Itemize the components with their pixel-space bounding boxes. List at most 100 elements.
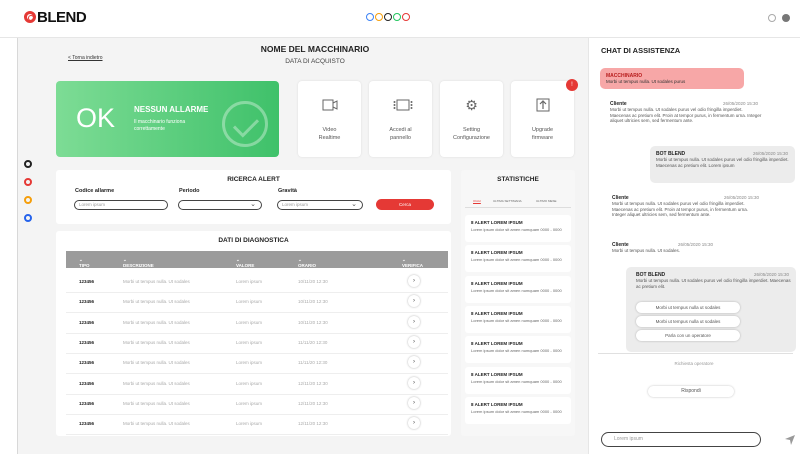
stat-alert-card[interactable]: 8 ALERT LOREM IPSUM Lorem ipsum dolor sit… [465, 396, 571, 424]
message-date: 26/05/2020 15:30 [753, 272, 789, 277]
nav-blue-icon[interactable] [24, 214, 32, 222]
panel-access-button[interactable]: Accedi al pannello [369, 81, 432, 157]
col-orario[interactable]: ORARIO ⌄ [298, 257, 316, 268]
machine-message: MACCHINARIO Morbi ut tempus nulla. Ut so… [600, 68, 744, 89]
message-date: 26/05/2020 15:30 [752, 151, 788, 156]
search-button[interactable]: Cerca [376, 199, 434, 210]
stat-alert-body: Lorem ipsum dolor sit amen numquam 0000 … [471, 287, 562, 293]
verify-button[interactable]: › [408, 356, 420, 369]
message-text: Morbi ut tempus nulla. Ut sodales. [612, 248, 681, 253]
verify-button[interactable]: › [408, 376, 420, 389]
nav-rail [24, 160, 32, 222]
message-date: 26/05/2020 15:30 [722, 101, 758, 106]
cell-valore: Lorem ipsum [236, 299, 263, 305]
cell-tipo: 123456 [79, 319, 95, 325]
cell-orario: 10/11/20 12:30 [298, 279, 328, 284]
video-realtime-button[interactable]: Video Realtime [298, 81, 361, 157]
user-icon[interactable] [782, 14, 790, 22]
nav-blend-icon[interactable] [24, 160, 32, 168]
stat-alert-card[interactable]: 8 ALERT LOREM IPSUM Lorem ipsum dolor sit… [465, 245, 571, 273]
verify-button[interactable]: › [408, 295, 420, 308]
severity-select[interactable]: Lorem ipsum ⌄ [277, 200, 363, 210]
period-label: Periodo [179, 188, 200, 194]
tabs-divider [465, 207, 571, 208]
settings-icon[interactable] [768, 14, 776, 22]
table-row: 123456 Morbi ut tempus nulla. Ut sodales L… [66, 394, 448, 415]
cell-tipo: 123456 [79, 299, 95, 305]
logo-ring-icon [24, 11, 36, 23]
alert-search-panel: RICERCA ALERT [56, 170, 451, 224]
video-icon [322, 98, 338, 114]
cell-descrizione: Morbi ut tempus nulla. Ut sodales [123, 279, 190, 284]
table-row: 123456 Morbi ut tempus nulla. Ut sodales L… [66, 313, 448, 334]
cell-descrizione: Morbi ut tempus nulla. Ut sodales [123, 360, 190, 366]
client-message: Cliente 26/05/2020 15:30 Morbi ut tempus… [606, 237, 720, 259]
cell-orario: 11/11/20 12:30 [298, 339, 328, 345]
stat-alert-card[interactable]: 8 ALERT LOREM IPSUM Lorem ipsum dolor sit… [465, 275, 571, 303]
stat-alert-card[interactable]: 8 ALERT LOREM IPSUM Lorem ipsum dolor sit… [465, 336, 571, 364]
col-tipo[interactable]: TIPO ⌄ [79, 257, 90, 268]
olympic-rings-icon [366, 13, 410, 21]
col-descrizione[interactable]: DESCRIZIONE ⌄ [123, 257, 154, 268]
status-ok: OK [76, 103, 116, 133]
quick-reply-option-1[interactable]: Morbi ut tempus nulla ut sodales [636, 302, 740, 313]
request-operator-text: Richiesta operatore [674, 361, 714, 366]
panel-access-label: Accedi al pannello [389, 127, 412, 141]
message-text: Morbi ut tempus nulla. Ut sodales purus … [610, 107, 762, 123]
stat-alert-title: 8 ALERT LOREM IPSUM [471, 401, 523, 407]
stat-alert-title: 8 ALERT LOREM IPSUM [471, 371, 523, 377]
col-verifica[interactable]: VERIFICA ⌄ [402, 257, 423, 268]
cell-valore: Lorem ipsum [236, 360, 263, 366]
quick-reply-option-2[interactable]: Morbi ut tempus nulla ut sodales [636, 316, 740, 327]
nav-orange-icon[interactable] [24, 196, 32, 204]
stat-alert-card[interactable]: 8 ALERT LOREM IPSUM Lorem ipsum dolor sit… [465, 366, 571, 394]
stat-alert-title: 8 ALERT LOREM IPSUM [471, 341, 523, 347]
stat-alert-title: 8 ALERT LOREM IPSUM [471, 280, 523, 286]
col-valore[interactable]: VALORE ⌄ [236, 257, 254, 268]
stat-alert-body: Lorem ipsum dolor sit amen numquam 0000 … [471, 408, 562, 414]
cell-descrizione: Morbi ut tempus nulla. Ut sodales [123, 400, 190, 406]
tab-ultima-settimana[interactable]: ULTIMA SETTIMANA [493, 199, 522, 203]
table-row: 123456 Morbi ut tempus nulla. Ut sodales L… [66, 333, 448, 354]
upgrade-firmware-button[interactable]: Upgrade firmware [511, 81, 574, 157]
stat-alert-card[interactable]: 8 ALERT LOREM IPSUM Lorem ipsum dolor sit… [465, 305, 571, 333]
verify-button[interactable]: › [408, 417, 420, 430]
cell-tipo: 123456 [79, 400, 95, 406]
diagnostics-title: DATI DI DIAGNOSTICA [218, 237, 289, 244]
verify-button[interactable]: › [408, 396, 420, 409]
talk-to-operator-button[interactable]: Parla con un operatore [636, 330, 740, 341]
message-text: Morbi ut tempus nulla. Ut sodales purus … [656, 157, 789, 168]
notification-badge[interactable]: ! [566, 79, 578, 91]
panel-icon [393, 98, 412, 114]
chevron-down-icon: ⌄ [351, 201, 357, 208]
status-card: OK NESSUN ALLARME Il macchinario funzion… [56, 81, 279, 157]
back-link[interactable]: < Torna indietro [68, 55, 103, 61]
chat-input[interactable]: Lorem ipsum [601, 432, 761, 447]
message-text: Morbi ut tempus nulla. Ut sodales purus … [612, 201, 749, 217]
verify-button[interactable]: › [408, 275, 420, 287]
tab-ultimo-mese[interactable]: ULTIMO MESE [536, 199, 556, 203]
stats-title: STATISTICHE [497, 176, 539, 183]
cell-valore: Lorem ipsum [236, 400, 263, 406]
send-icon[interactable] [784, 434, 796, 446]
reply-button[interactable]: Rispondi [648, 386, 734, 397]
cell-valore: Lorem ipsum [236, 279, 263, 284]
tab-oggi[interactable]: OGGI [473, 199, 481, 203]
alert-search-title: RICERCA ALERT [227, 176, 280, 183]
stat-alert-card[interactable]: 8 ALERT LOREM IPSUM Lorem ipsum dolor sit… [465, 215, 571, 242]
period-select[interactable]: ⌄ [178, 200, 262, 210]
table-row: 123456 Morbi ut tempus nulla. Ut sodales L… [66, 414, 448, 436]
nav-red-icon[interactable] [24, 178, 32, 186]
settings-config-button[interactable]: ⚙ Setting Configurazione [440, 81, 503, 157]
video-realtime-label: Video Realtime [318, 127, 341, 141]
cell-valore: Lorem ipsum [236, 421, 263, 427]
cell-tipo: 123456 [79, 339, 95, 345]
cell-valore: Lorem ipsum [236, 380, 263, 386]
table-row: 123456 Morbi ut tempus nulla. Ut sodales L… [66, 272, 448, 293]
code-input[interactable]: Lorem ipsum [74, 200, 168, 210]
logo[interactable]: BLEND [24, 9, 87, 26]
cell-tipo: 123456 [79, 279, 95, 284]
cell-valore: Lorem ipsum [236, 339, 263, 345]
verify-button[interactable]: › [408, 335, 420, 348]
verify-button[interactable]: › [408, 315, 420, 328]
